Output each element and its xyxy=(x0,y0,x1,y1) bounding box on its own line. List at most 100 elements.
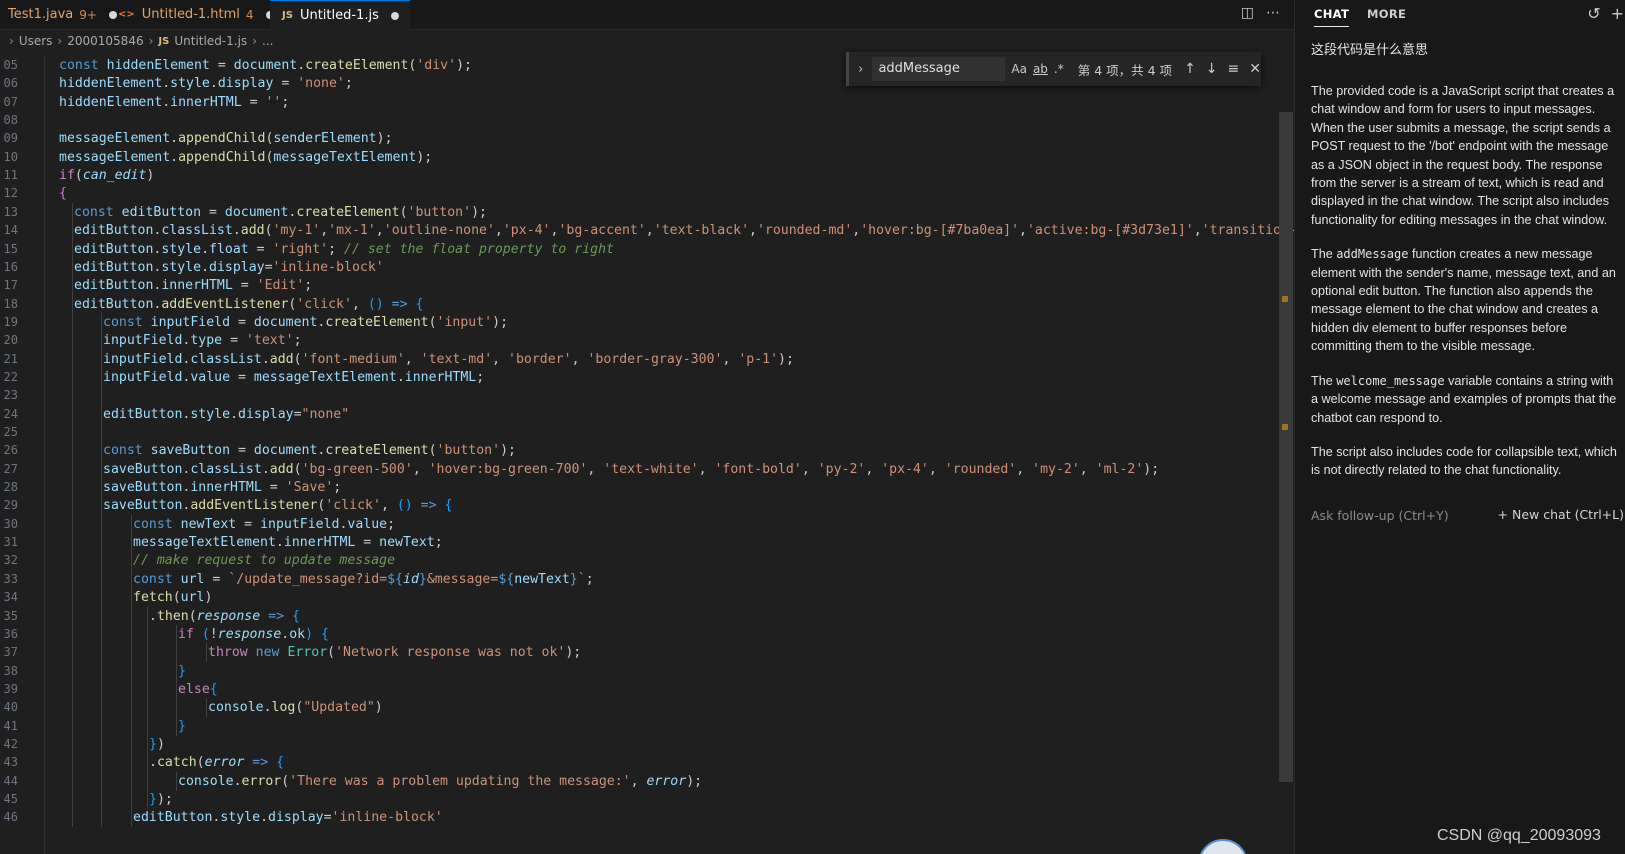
line-number: 28 xyxy=(3,480,18,495)
code-text: editButton.style.display='inline-block' xyxy=(74,259,384,275)
breadcrumb-item[interactable]: ... xyxy=(262,34,273,48)
indent-guide xyxy=(72,606,73,626)
code-line[interactable]: 44 console.error('There was a problem upd… xyxy=(0,771,1294,791)
code-editor[interactable]: Test1.java 9+ <> Untitled-1.html 4 JS Un… xyxy=(0,0,1294,854)
line-number: 18 xyxy=(3,296,18,311)
code-line[interactable]: 37 throw new Error('Network response was … xyxy=(0,643,1294,663)
previous-match-arrow-up-icon[interactable]: ↑ xyxy=(1184,61,1196,77)
line-number: 24 xyxy=(3,406,18,421)
code-line[interactable]: 45}); xyxy=(0,790,1294,809)
tab-untitled-1-js[interactable]: JS Untitled-1.js xyxy=(270,0,410,30)
line-number: 46 xyxy=(3,810,18,825)
code-line[interactable]: 22 inputField.value = messageTextElement.… xyxy=(0,367,1294,387)
line-number: 44 xyxy=(3,773,18,788)
code-text: saveButton.addEventListener('click', () … xyxy=(103,498,453,514)
code-line[interactable]: 32 // make request to update message xyxy=(0,551,1294,571)
code-line[interactable]: 15 editButton.style.float = 'right'; // s… xyxy=(0,239,1294,259)
indent-guide xyxy=(72,478,73,498)
find-in-selection-icon[interactable]: ≡ xyxy=(1228,61,1240,77)
line-number: 45 xyxy=(3,792,18,806)
new-chat-plus-icon[interactable]: + xyxy=(1611,4,1624,23)
code-line[interactable]: 24 editButton.style.display="none" xyxy=(0,404,1294,424)
indent-guide xyxy=(72,771,73,791)
code-line[interactable]: 26 const saveButton = document.createElem… xyxy=(0,441,1294,461)
code-line[interactable]: 23 xyxy=(0,386,1294,406)
code-line[interactable]: 25 xyxy=(0,423,1294,442)
tab-more[interactable]: MORE xyxy=(1367,7,1406,21)
code-line[interactable]: 29 saveButton.addEventListener('click', (… xyxy=(0,496,1294,516)
code-line[interactable]: 38} xyxy=(0,661,1294,681)
code-text: const inputField = document.createElemen… xyxy=(103,314,509,330)
code-line[interactable]: 31 messageTextElement.innerHTML = newText… xyxy=(0,533,1294,553)
code-line[interactable]: 40 console.log("Updated") xyxy=(0,698,1294,718)
breadcrumb-item[interactable]: Untitled-1.js xyxy=(174,34,247,48)
code-line[interactable]: 20 inputField.type = 'text'; xyxy=(0,331,1294,351)
match-case-icon[interactable]: Aa xyxy=(1011,62,1027,76)
indent-guide xyxy=(72,294,73,314)
breadcrumb-item[interactable]: Users xyxy=(19,34,53,48)
code-line[interactable]: 27 saveButton.classList.add('bg-green-500… xyxy=(0,459,1294,479)
line-number: 06 xyxy=(3,76,18,91)
js-file-icon: JS xyxy=(158,35,170,47)
code-line[interactable]: 14 editButton.classList.add('my-1','mx-1'… xyxy=(0,221,1294,241)
split-editor-icon[interactable]: ◫ xyxy=(1241,5,1254,21)
code-line[interactable]: 08 xyxy=(0,111,1294,130)
vertical-scrollbar[interactable] xyxy=(1279,56,1293,854)
indent-guide xyxy=(72,386,73,406)
code-line[interactable]: 35 .then(response => { xyxy=(0,606,1294,626)
code-line[interactable]: 09 messageElement.appendChild(senderEleme… xyxy=(0,129,1294,148)
chevron-right-icon: › xyxy=(9,34,14,48)
toggle-replace-chevron-icon[interactable]: › xyxy=(849,62,872,77)
scrollbar-thumb[interactable] xyxy=(1279,112,1293,782)
code-line[interactable]: 41} xyxy=(0,716,1294,736)
more-actions-icon[interactable]: ⋯ xyxy=(1266,5,1280,21)
code-line[interactable]: 43 .catch(error => { xyxy=(0,753,1294,773)
code-line[interactable]: 34 fetch(url) xyxy=(0,588,1294,608)
code-text: if (!response.ok) { xyxy=(178,626,329,642)
match-whole-word-icon[interactable]: ab xyxy=(1033,62,1048,76)
tab-test1-java[interactable]: Test1.java 9+ xyxy=(8,0,117,29)
code-line[interactable]: 12 { xyxy=(0,184,1294,203)
tab-chat[interactable]: CHAT xyxy=(1314,7,1350,27)
code-line[interactable]: 33 const url = `/update_message?id=${id}&… xyxy=(0,569,1294,589)
code-line[interactable]: 17 editButton.innerHTML = 'Edit'; xyxy=(0,276,1294,296)
indent-guide xyxy=(72,367,73,387)
code-line[interactable]: 13 const editButton = document.createElem… xyxy=(0,202,1294,222)
line-number: 10 xyxy=(3,149,18,164)
indent-guide xyxy=(131,716,132,736)
code-line[interactable]: 19 const inputField = document.createElem… xyxy=(0,312,1294,332)
line-number: 25 xyxy=(3,425,18,439)
code-line[interactable]: 46 editButton.style.display='inline-block… xyxy=(0,808,1294,828)
indent-guide xyxy=(206,643,207,663)
js-file-icon: JS xyxy=(282,10,293,21)
find-match-marker xyxy=(1282,424,1288,430)
find-input[interactable]: addMessage xyxy=(872,57,1006,81)
code-line[interactable]: 18 editButton.addEventListener('click', (… xyxy=(0,294,1294,314)
next-match-arrow-down-icon[interactable]: ↓ xyxy=(1206,61,1218,77)
indent-guide xyxy=(206,698,207,718)
line-number: 30 xyxy=(3,516,18,531)
close-icon[interactable]: ✕ xyxy=(1249,61,1261,77)
code-line[interactable]: 28 saveButton.innerHTML = 'Save'; xyxy=(0,478,1294,498)
code-line[interactable]: 36 if (!response.ok) { xyxy=(0,624,1294,644)
use-regex-icon[interactable]: .* xyxy=(1054,62,1064,76)
code-line[interactable]: 07 hiddenElement.innerHTML = ''; xyxy=(0,93,1294,112)
indent-guide xyxy=(72,276,73,296)
indent-guide xyxy=(176,679,177,699)
code-line[interactable]: 10 messageElement.appendChild(messageText… xyxy=(0,148,1294,167)
indent-guide xyxy=(101,606,102,626)
code-line[interactable]: 39 else{ xyxy=(0,679,1294,699)
follow-up-input[interactable]: Ask follow-up (Ctrl+Y) xyxy=(1311,508,1449,523)
history-icon[interactable]: ↺ xyxy=(1587,4,1600,23)
code-line[interactable]: 21 inputField.classList.add('font-medium'… xyxy=(0,349,1294,369)
new-chat-button[interactable]: + New chat (Ctrl+L) xyxy=(1498,507,1624,522)
code-line[interactable]: 11 if(can_edit) xyxy=(0,166,1294,185)
code-text: const hiddenElement = document.createEle… xyxy=(59,58,472,73)
code-area[interactable]: 05 const hiddenElement = document.createE… xyxy=(0,56,1294,854)
breadcrumb-item[interactable]: 2000105846 xyxy=(67,34,143,48)
indent-guide xyxy=(72,753,73,773)
code-line[interactable]: 16 editButton.style.display='inline-block… xyxy=(0,257,1294,277)
tab-untitled-1-html[interactable]: <> Untitled-1.html 4 xyxy=(118,0,274,29)
code-line[interactable]: 30 const newText = inputField.value; xyxy=(0,514,1294,534)
code-line[interactable]: 42}) xyxy=(0,734,1294,754)
